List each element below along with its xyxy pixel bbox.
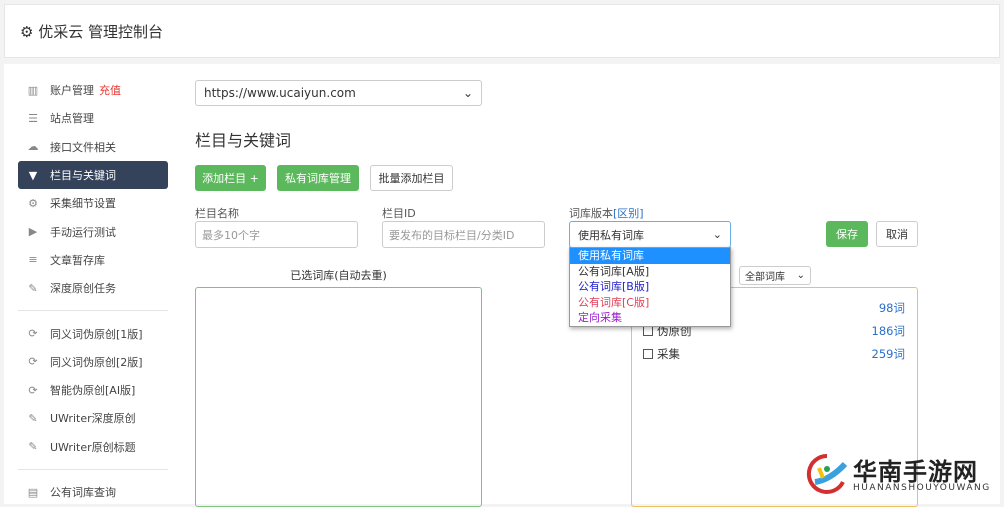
column-name-label: 栏目名称 — [195, 207, 239, 220]
lib-version-select[interactable]: 使用私有词库 ⌄ — [569, 221, 731, 248]
selected-libs-box[interactable] — [195, 287, 482, 507]
header-title: ⚙ 优采云 管理控制台 — [20, 23, 164, 41]
option-public-b[interactable]: 公有词库[B版] — [570, 279, 730, 295]
sidebar-item-article-store[interactable]: ≡ 文章暂存库 — [18, 246, 168, 274]
sidebar-item-synonym-2[interactable]: ⟳ 同义词伪原创[2版] — [18, 348, 168, 376]
sidebar-item-sites[interactable]: ☰ 站点管理 — [18, 104, 168, 132]
watermark-text: 华南手游网 — [853, 458, 978, 486]
checkbox[interactable] — [643, 349, 653, 359]
lib-item[interactable]: 采集 259词 — [643, 346, 905, 362]
difference-link[interactable]: [区别] — [613, 207, 644, 220]
site-select[interactable]: https://www.ucaiyun.com ⌄ — [195, 80, 482, 106]
refresh-icon: ⟳ — [28, 383, 38, 397]
sidebar-item-collect-settings[interactable]: ⚙ 采集细节设置 — [18, 189, 168, 217]
column-id-input[interactable]: 要发布的目标栏目/分类ID — [382, 221, 545, 248]
cogs-icon: ⚙ — [28, 196, 38, 210]
sidebar-item-uwriter-deep[interactable]: ✎ UWriter深度原创 — [18, 404, 168, 432]
sidebar-item-public-lib[interactable]: ▤ 公有词库查询 — [18, 478, 168, 506]
sidebar-item-account[interactable]: ▥ 账户管理 充值 — [18, 76, 168, 104]
checkbox[interactable] — [643, 326, 653, 336]
sidebar-item-columns[interactable]: ▼ 栏目与关键词 — [18, 160, 168, 190]
sidebar-item-deep-tasks[interactable]: ✎ 深度原创任务 — [18, 274, 168, 302]
sidebar: ▥ 账户管理 充值 ☰ 站点管理 ☁ 接口文件相关 ▼ 栏目与关键词 ⚙ 采集细节设置 ▶ 手… — [18, 76, 168, 506]
edit-icon: ✎ — [28, 281, 38, 295]
cancel-button[interactable]: 取消 — [876, 221, 918, 247]
watermark-subtext: HUANANSHOUYOUWANG — [853, 483, 991, 493]
divider — [18, 468, 168, 470]
sidebar-item-ai[interactable]: ⟳ 智能伪原创[AI版] — [18, 376, 168, 404]
chevron-down-icon: ⌄ — [796, 270, 805, 281]
sidebar-item-api[interactable]: ☁ 接口文件相关 — [18, 133, 168, 161]
option-public-c[interactable]: 公有词库[C版] — [570, 295, 730, 311]
database-icon: ≡ — [28, 253, 38, 267]
page-title: 栏目与关键词 — [195, 131, 292, 150]
filter-icon: ▼ — [28, 168, 38, 182]
edit-icon: ✎ — [28, 411, 38, 425]
option-private[interactable]: 使用私有词库 — [570, 248, 730, 264]
column-name-input[interactable]: 最多10个字 — [195, 221, 358, 248]
private-lib-button[interactable]: 私有词库管理 — [277, 165, 359, 191]
recharge-link[interactable]: 充值 — [99, 82, 121, 98]
divider — [18, 310, 168, 312]
lib-filter-select[interactable]: 全部词库 ⌄ — [739, 266, 811, 285]
refresh-icon: ⟳ — [28, 327, 38, 341]
refresh-icon: ⟳ — [28, 355, 38, 369]
sidebar-item-synonym-1[interactable]: ⟳ 同义词伪原创[1版] — [18, 319, 168, 347]
batch-add-button[interactable]: 批量添加栏目 — [370, 165, 453, 191]
option-public-a[interactable]: 公有词库[A版] — [570, 264, 730, 280]
selected-libs-title: 已选词库(自动去重) — [290, 269, 387, 282]
watermark-logo: 华南手游网 HUANANSHOUYOUWANG — [805, 450, 1004, 500]
server-icon: ☰ — [28, 111, 38, 125]
lib-version-label: 词库版本[区别] — [569, 207, 644, 220]
sidebar-item-manual-run[interactable]: ▶ 手动运行测试 — [18, 217, 168, 245]
add-column-button[interactable]: 添加栏目 + — [195, 165, 266, 191]
sidebar-item-uwriter-title[interactable]: ✎ UWriter原创标题 — [18, 433, 168, 461]
gear-icon: ⚙ — [20, 23, 34, 41]
edit-icon: ✎ — [28, 440, 38, 454]
option-targeted[interactable]: 定向采集 — [570, 310, 730, 326]
header: ⚙ 优采云 管理控制台 — [4, 4, 1000, 58]
cloud-upload-icon: ☁ — [27, 140, 39, 154]
book-icon: ▤ — [27, 485, 39, 499]
save-button[interactable]: 保存 — [826, 221, 868, 247]
lib-version-dropdown: 使用私有词库 公有词库[A版] 公有词库[B版] 公有词库[C版] 定向采集 — [569, 247, 731, 327]
column-id-label: 栏目ID — [382, 207, 416, 220]
bar-chart-icon: ▥ — [27, 83, 39, 97]
logo-icon — [806, 453, 848, 494]
chevron-down-icon: ⌄ — [462, 86, 473, 100]
chevron-down-icon: ⌄ — [712, 228, 722, 241]
play-circle-icon: ▶ — [28, 225, 38, 239]
